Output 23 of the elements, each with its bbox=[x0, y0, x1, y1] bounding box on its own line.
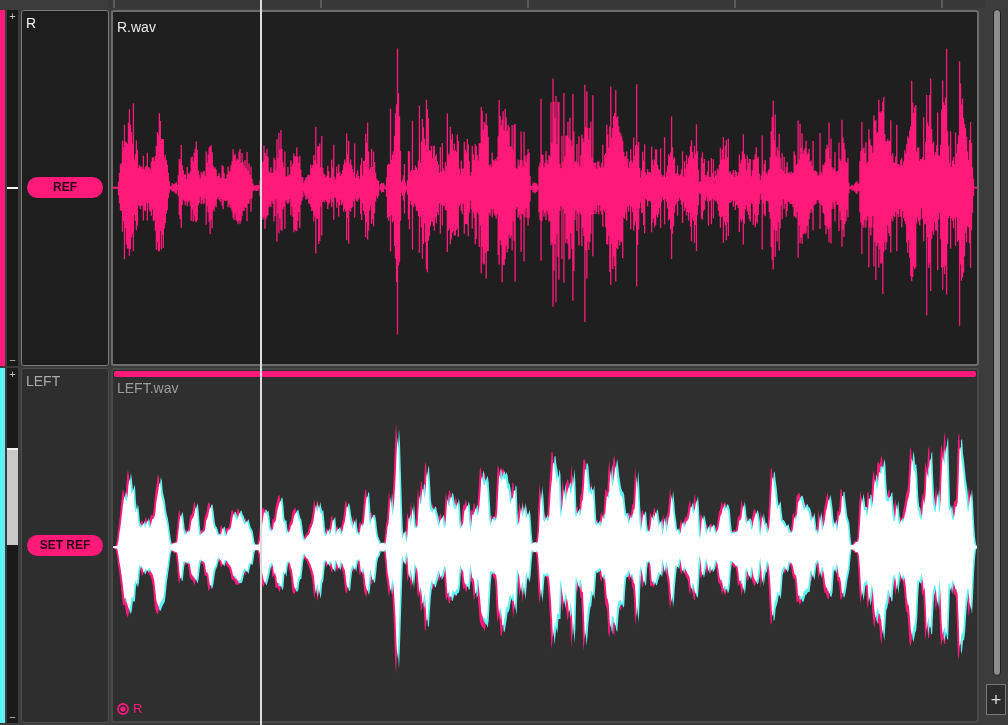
track-header[interactable]: LEFT SET REF bbox=[21, 367, 109, 723]
gain-slider[interactable]: + − bbox=[7, 367, 18, 723]
gain-thumb[interactable] bbox=[7, 448, 18, 451]
reference-label: R bbox=[133, 701, 143, 717]
track-name: R bbox=[25, 14, 38, 32]
file-name: R.wav bbox=[116, 18, 157, 36]
waveform-panel[interactable]: R.wav bbox=[111, 10, 979, 366]
gain-thumb[interactable] bbox=[7, 186, 18, 189]
track-name: LEFT bbox=[25, 371, 62, 390]
scrollbar[interactable] bbox=[993, 9, 1001, 676]
plus-sign: + bbox=[9, 367, 16, 380]
gain-slider[interactable]: + − bbox=[7, 10, 18, 366]
track-header[interactable]: R REF bbox=[21, 10, 109, 366]
circle-dot-icon bbox=[117, 703, 129, 715]
plus-sign: + bbox=[9, 10, 16, 22]
minus-sign: − bbox=[9, 353, 16, 366]
add-track-button[interactable]: + bbox=[986, 684, 1006, 715]
reference-button[interactable]: REF bbox=[27, 177, 103, 199]
minus-sign: − bbox=[9, 711, 16, 723]
playhead-line[interactable] bbox=[260, 0, 263, 725]
file-name: LEFT.wav bbox=[116, 378, 180, 397]
reference-button[interactable]: SET REF bbox=[27, 534, 103, 556]
waveform-panel[interactable]: LEFT.wav R bbox=[111, 367, 979, 723]
